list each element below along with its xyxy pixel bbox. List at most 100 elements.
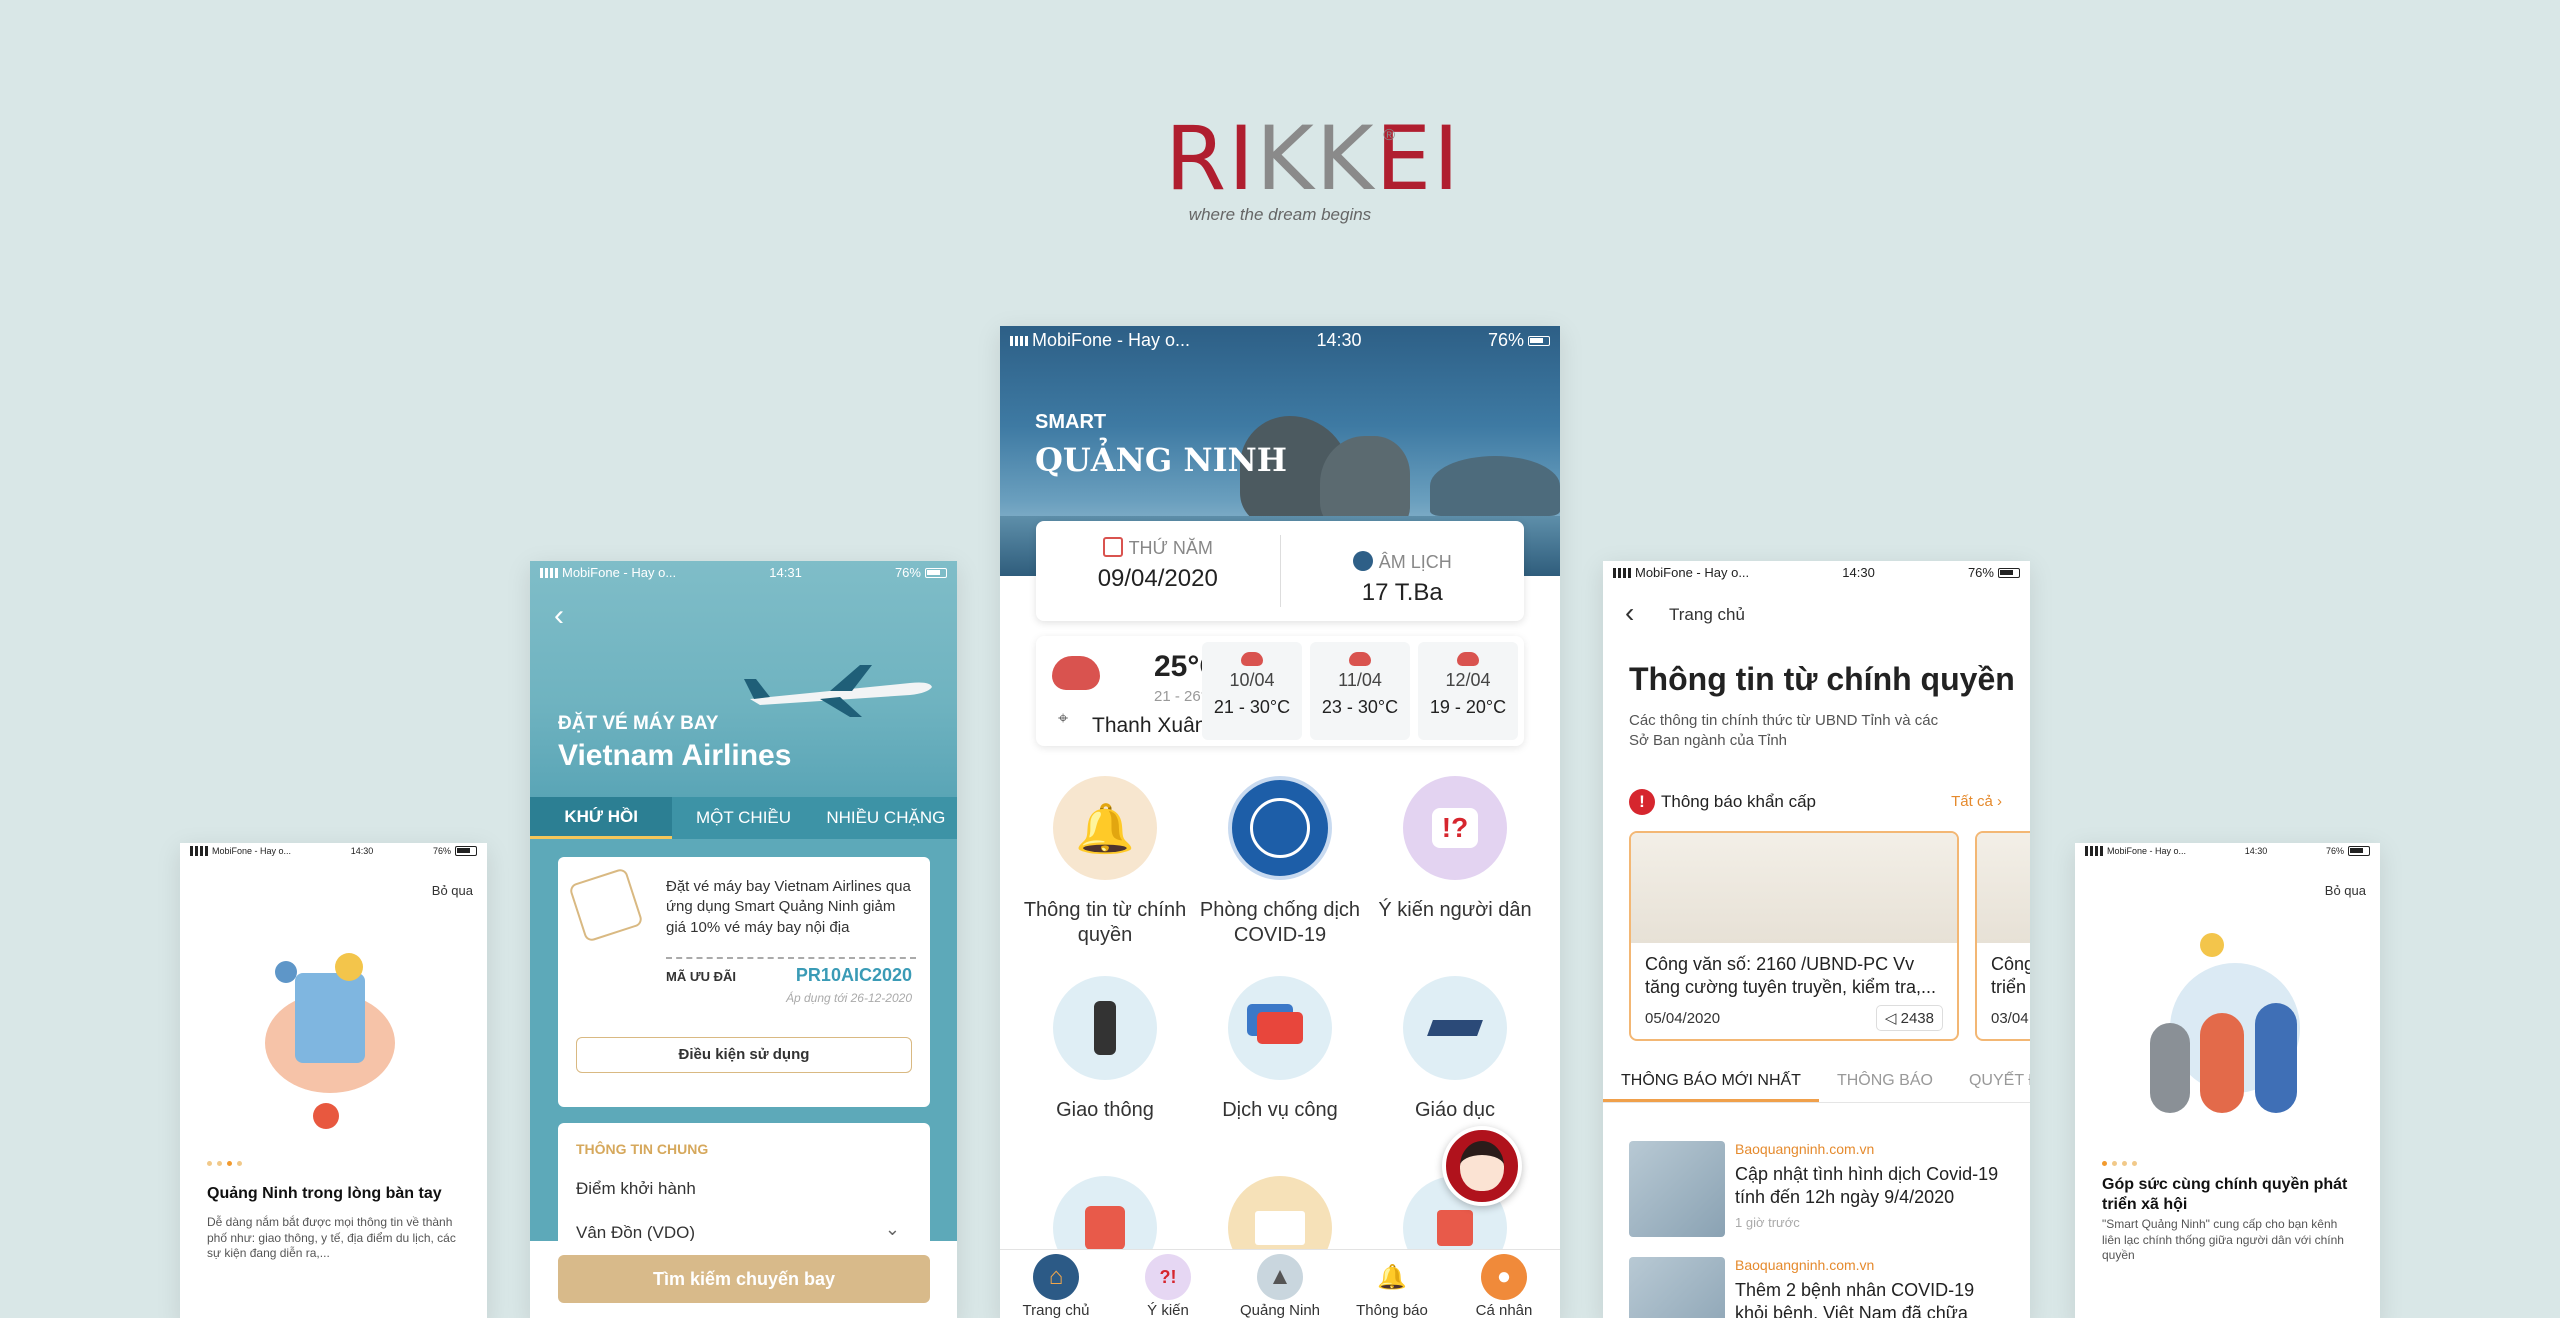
battery-icon (2347, 846, 2370, 857)
skip-button[interactable]: Bỏ qua (432, 883, 473, 898)
news-item[interactable]: Baoquangninh.com.vn Thêm 2 bệnh nhân COV… (1629, 1257, 2009, 1318)
news-time: 1 giờ trước (1735, 1215, 1800, 1230)
promo-expiry: Áp dụng tới 26-12-2020 (785, 991, 912, 1005)
assistant-avatar-button[interactable] (1442, 1126, 1522, 1206)
page-subtitle: Các thông tin chính thức từ UBND Tỉnh và… (1629, 712, 1939, 750)
news-source: Baoquangninh.com.vn (1735, 1141, 1875, 1157)
home-icon: ⌂ (1033, 1254, 1079, 1300)
rikkei-logo: RIKKEI ® where the dream begins (1165, 107, 1462, 225)
tab-latest[interactable]: THÔNG BÁO MỚI NHẤT (1603, 1059, 1819, 1102)
user-icon: ● (1481, 1254, 1527, 1300)
page-dots (207, 1161, 242, 1166)
landmark-icon: ▲ (1257, 1254, 1303, 1300)
back-button[interactable]: ‹ (554, 599, 564, 633)
urgent-notice-card[interactable]: Công triển 03/04 (1975, 831, 2030, 1041)
logo-wordmark: RIKKEI (1165, 107, 1462, 210)
urgent-notice-card[interactable]: Công văn số: 2160 /UBND-PC Vv tăng cường… (1629, 831, 1959, 1041)
document-thumbnail (1631, 833, 1957, 943)
graduation-cap-icon (1403, 976, 1507, 1080)
promo-text: Đặt vé máy bay Vietnam Airlines qua ứng … (666, 878, 911, 936)
nav-quang-ninh[interactable]: ▲ Quảng Ninh (1224, 1250, 1336, 1318)
feedback-icon: ?! (1145, 1254, 1191, 1300)
skip-button[interactable]: Bỏ qua (2325, 883, 2366, 898)
news-title: Thêm 2 bệnh nhân COVID-19 khỏi bệnh, Việ… (1735, 1280, 1975, 1318)
status-bar: MobiFone - Hay o... 14:30 76% (1000, 326, 1560, 354)
bottom-nav: ⌂ Trang chủ ?! Ý kiến ▲ Quảng Ninh 🔔 Thông b… (1000, 1249, 1560, 1318)
info-heading: THÔNG TIN CHUNG (576, 1141, 709, 1157)
onboarding-phone-right: MobiFone - Hay o... 14:30 76% Bỏ qua Góp… (2075, 843, 2380, 1318)
status-bar: MobiFone - Hay o... 14:30 76% (1603, 561, 2030, 583)
news-source: Baoquangninh.com.vn (1735, 1257, 1875, 1273)
forecast-day: 10/04 21 - 30°C (1202, 642, 1302, 740)
back-chevron-icon[interactable]: ‹ (1625, 597, 1634, 629)
logo-tagline: where the dream begins (1188, 205, 1372, 224)
forecast-day: 12/04 19 - 20°C (1418, 642, 1518, 740)
tab-round-trip[interactable]: KHỨ HỒI (530, 797, 673, 839)
weather-card[interactable]: 25°C 21 - 26°C ⌖ Thanh Xuân 10/04 21 - 30… (1036, 636, 1524, 746)
onboarding-illustration (255, 933, 405, 1133)
app-subtitle: SMART (1035, 411, 1107, 433)
onboarding-phone-left: MobiFone - Hay o... 14:30 76% Bỏ qua Quả… (180, 843, 487, 1318)
battery-icon (1997, 568, 2020, 579)
date-card: THỨ NĂM 09/04/2020 ÂM LỊCH 17 T.Ba (1036, 521, 1524, 621)
urgent-section-title: ! Thông báo khẩn cấp (1629, 789, 1816, 815)
notice-date: 03/04 (1991, 1010, 2029, 1027)
nav-profile[interactable]: ● Cá nhân (1448, 1250, 1560, 1318)
lunar-date: 17 T.Ba (1361, 579, 1443, 606)
booking-label: ĐẶT VÉ MÁY BAY (558, 713, 719, 734)
page-dots (2102, 1161, 2137, 1166)
notice-title: Công triển (1991, 954, 2030, 998)
trip-type-tabs: KHỨ HỒI MỘT CHIỀU NHIỀU CHẶNG (530, 797, 957, 839)
page-title: Thông tin từ chính quyền (1629, 661, 2015, 697)
assistant-face-icon (1460, 1141, 1504, 1191)
cloud-icon (1241, 652, 1263, 666)
cloud-icon (1457, 652, 1479, 666)
moon-icon (1352, 551, 1373, 571)
battery-icon (1527, 335, 1550, 346)
cloud-sun-icon (1052, 656, 1100, 690)
solar-date: 09/04/2020 (1097, 565, 1218, 592)
feature-traffic[interactable]: Giao thông (1020, 976, 1190, 1123)
footer-bar: Tìm kiếm chuyến bay (530, 1241, 957, 1318)
weekday-label: THỨ NĂM (1128, 538, 1213, 558)
speech-bubble-icon: !? (1403, 776, 1507, 880)
promo-card: Đặt vé máy bay Vietnam Airlines qua ứng … (558, 857, 930, 1107)
bell-icon: 🔔 (1377, 1263, 1407, 1291)
onboarding-illustration (2130, 933, 2330, 1143)
nav-home[interactable]: ⌂ Trang chủ (1000, 1250, 1112, 1318)
app-title: QUẢNG NINH (1035, 441, 1288, 479)
tab-decisions[interactable]: QUYẾT Đ (1951, 1059, 2030, 1102)
onboarding-title: Quảng Ninh trong lòng bàn tay (207, 1185, 442, 1202)
cloud-icon (1349, 652, 1371, 666)
battery-icon (924, 568, 947, 579)
tab-notices[interactable]: THÔNG BÁO (1819, 1059, 1951, 1102)
status-bar: MobiFone - Hay o... 14:31 76% (530, 561, 957, 583)
feature-government-info[interactable]: 🔔 Thông tin từ chính quyền (1020, 776, 1190, 948)
signal-icon (1613, 568, 1631, 579)
tab-multi-city[interactable]: NHIỀU CHẶNG (815, 797, 957, 839)
see-all-link[interactable]: Tất cả › (1951, 793, 2002, 810)
conditions-button[interactable]: Điều kiện sử dụng (576, 1037, 912, 1073)
tab-one-way[interactable]: MỘT CHIỀU (672, 797, 814, 839)
weather-location: Thanh Xuân (1092, 714, 1207, 737)
feature-citizen-feedback[interactable]: !? Ý kiến người dân (1370, 776, 1540, 923)
emblem-icon (1228, 776, 1332, 880)
status-bar: MobiFone - Hay o... 14:30 76% (2075, 843, 2380, 859)
feature-public-services[interactable]: Dịch vụ công (1195, 976, 1365, 1123)
back-label[interactable]: Trang chủ (1669, 605, 1745, 625)
location-pin-icon: ⌖ (1058, 708, 1069, 728)
cards-icon (1228, 976, 1332, 1080)
signal-icon (2085, 846, 2103, 857)
search-flights-button[interactable]: Tìm kiếm chuyến bay (558, 1255, 930, 1303)
news-title: Cập nhật tình hình dịch Covid-19 tính đế… (1735, 1164, 1999, 1208)
notice-title: Công văn số: 2160 /UBND-PC Vv tăng cường… (1645, 954, 1936, 998)
nav-feedback[interactable]: ?! Ý kiến (1112, 1250, 1224, 1318)
chevron-down-icon: ⌄ (884, 1219, 900, 1239)
alert-icon: ! (1629, 789, 1655, 815)
lunar-label: ÂM LỊCH (1378, 552, 1452, 572)
feature-covid19[interactable]: Phòng chống dịch COVID-19 (1195, 776, 1365, 948)
news-item[interactable]: Baoquangninh.com.vn Cập nhật tình hình d… (1629, 1141, 2009, 1241)
divider (666, 957, 916, 959)
nav-notifications[interactable]: 🔔 Thông báo (1336, 1250, 1448, 1318)
feature-education[interactable]: Giáo dục (1370, 976, 1540, 1123)
